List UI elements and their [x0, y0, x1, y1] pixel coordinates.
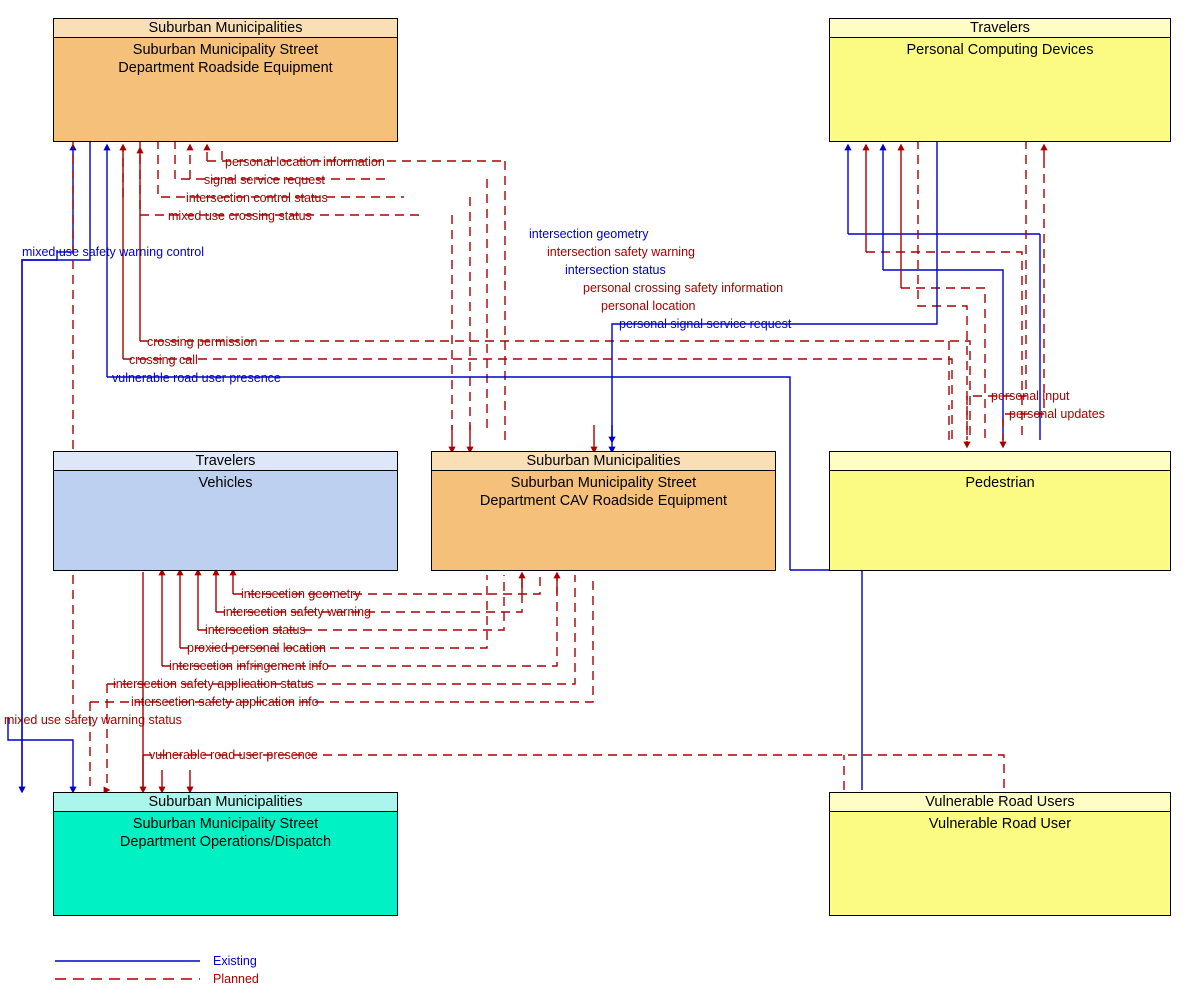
flow-label-mixed-use-safety-warning-status[interactable]: mixed use safety warning status: [4, 714, 182, 727]
node-title-line2: Department Roadside Equipment: [118, 60, 333, 76]
node-title-line1: Suburban Municipality Street: [132, 816, 319, 832]
node-suburban-municipality-street-department-cav-roadside-equipment[interactable]: Suburban Municipalities Suburban Municip…: [431, 451, 776, 571]
node-suburban-municipality-street-department-roadside-equipment[interactable]: Suburban Municipalities Suburban Municip…: [53, 18, 398, 142]
node-body: Suburban Municipality Street Department …: [432, 471, 775, 510]
flow-label-personal-location-information[interactable]: personal location information: [225, 156, 385, 169]
flow-label-crossing-call[interactable]: crossing call: [129, 354, 198, 367]
flow-label-vulnerable-road-user-presence-top[interactable]: vulnerable road user presence: [112, 372, 281, 385]
node-vehicles[interactable]: Travelers Vehicles: [53, 451, 398, 571]
flow-label-mixed-use-crossing-status[interactable]: mixed use crossing status: [168, 210, 312, 223]
node-body: Suburban Municipality Street Department …: [54, 38, 397, 77]
node-body: Vehicles: [54, 471, 397, 492]
node-header: [830, 452, 1170, 471]
node-header: Travelers: [830, 19, 1170, 38]
flow-label-crossing-permission[interactable]: crossing permission: [147, 336, 257, 349]
flow-label-intersection-status-bottom[interactable]: intersection status: [205, 624, 306, 637]
node-header: Suburban Municipalities: [54, 793, 397, 812]
node-title-line1: Pedestrian: [965, 475, 1035, 491]
flow-label-intersection-geometry-top[interactable]: intersection geometry: [529, 228, 649, 241]
node-body: Pedestrian: [830, 471, 1170, 492]
node-suburban-municipality-street-department-operations-dispatch[interactable]: Suburban Municipalities Suburban Municip…: [53, 792, 398, 916]
flow-label-personal-updates[interactable]: personal updates: [1009, 408, 1105, 421]
flow-label-vulnerable-road-user-presence-bottom[interactable]: vulnerable road user presence: [149, 749, 318, 762]
flow-label-intersection-geometry-bottom[interactable]: intersection geometry: [241, 588, 361, 601]
legend-label-existing: Existing: [213, 954, 257, 968]
node-header: Travelers: [54, 452, 397, 471]
node-title-line1: Vulnerable Road User: [928, 816, 1072, 832]
flow-label-mixed-use-safety-warning-control[interactable]: mixed use safety warning control: [22, 246, 204, 259]
node-header: Vulnerable Road Users: [830, 793, 1170, 812]
node-header: Suburban Municipalities: [432, 452, 775, 471]
flow-label-personal-input[interactable]: personal input: [991, 390, 1070, 403]
node-title-line1: Personal Computing Devices: [906, 42, 1094, 58]
node-header: Suburban Municipalities: [54, 19, 397, 38]
flow-label-proxied-personal-location[interactable]: proxied personal location: [187, 642, 326, 655]
node-title-line1: Suburban Municipality Street: [132, 42, 319, 58]
node-body: Vulnerable Road User: [830, 812, 1170, 833]
flow-label-intersection-status-top[interactable]: intersection status: [565, 264, 666, 277]
node-body: Personal Computing Devices: [830, 38, 1170, 59]
flow-label-intersection-safety-application-info[interactable]: intersection safety application info: [131, 696, 319, 709]
diagram-canvas: Suburban Municipalities Suburban Municip…: [0, 0, 1186, 1007]
flow-label-intersection-control-status[interactable]: intersection control status: [186, 192, 328, 205]
flow-label-personal-signal-service-request[interactable]: personal signal service request: [619, 318, 791, 331]
legend-label-planned: Planned: [213, 972, 259, 986]
node-pedestrian[interactable]: Pedestrian: [829, 451, 1171, 571]
node-vulnerable-road-user[interactable]: Vulnerable Road Users Vulnerable Road Us…: [829, 792, 1171, 916]
flow-label-intersection-safety-application-status[interactable]: intersection safety application status: [113, 678, 314, 691]
node-title-line1: Suburban Municipality Street: [510, 475, 697, 491]
node-body: Suburban Municipality Street Department …: [54, 812, 397, 851]
flow-label-personal-location[interactable]: personal location: [601, 300, 696, 313]
node-title-line1: Vehicles: [198, 475, 253, 491]
flow-label-intersection-infringement-info[interactable]: intersection infringement info: [169, 660, 329, 673]
flow-label-personal-crossing-safety-information[interactable]: personal crossing safety information: [583, 282, 783, 295]
node-title-line2: Department Operations/Dispatch: [119, 834, 332, 850]
flow-label-intersection-safety-warning-top[interactable]: intersection safety warning: [547, 246, 695, 259]
flow-label-intersection-safety-warning-bottom[interactable]: intersection safety warning: [223, 606, 371, 619]
node-title-line2: Department CAV Roadside Equipment: [479, 493, 728, 509]
flow-label-signal-service-request[interactable]: signal service request: [204, 174, 325, 187]
node-personal-computing-devices[interactable]: Travelers Personal Computing Devices: [829, 18, 1171, 142]
